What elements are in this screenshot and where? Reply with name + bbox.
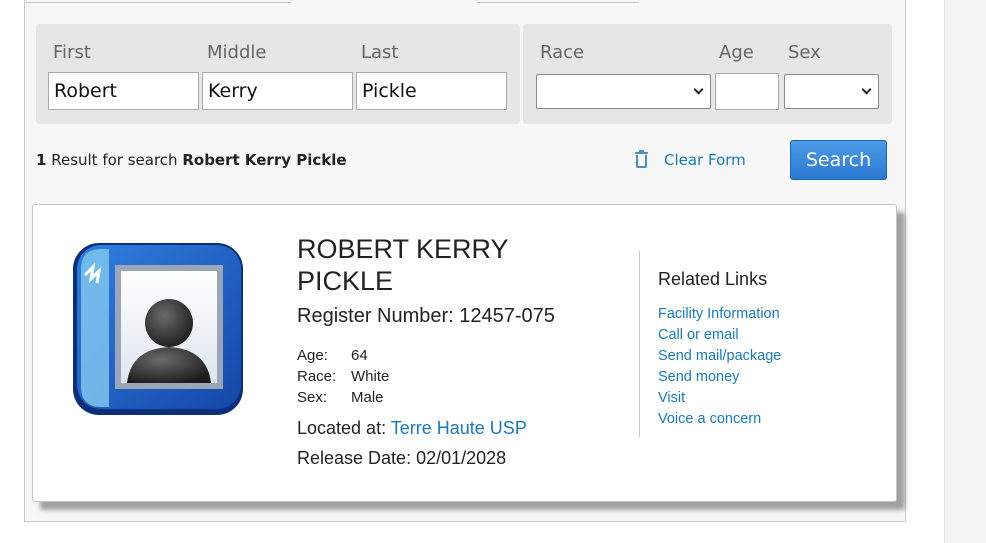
clear-form-label: Clear Form (664, 151, 746, 169)
result-card: ROBERT KERRY PICKLE Register Number: 124… (32, 204, 897, 502)
name-fields-group: First Middle Last (36, 24, 520, 124)
link-facility-information[interactable]: Facility Information (658, 304, 781, 325)
located-label: Located at: (297, 418, 387, 438)
age-row: Age: 64 (297, 347, 368, 364)
tab-edge-right (477, 0, 639, 3)
result-text: Result for search (51, 151, 178, 169)
location-row: Located at: Terre Haute USP (297, 418, 527, 439)
race-row-value: White (351, 368, 390, 385)
right-gutter (944, 0, 986, 543)
result-count: 1 (36, 151, 47, 169)
search-button[interactable]: Search (790, 140, 887, 180)
sex-row-label: Sex: (297, 389, 328, 406)
tab-edge-left (25, 0, 291, 3)
sex-row: Sex: Male (297, 389, 384, 406)
middle-name-label: Middle (207, 42, 267, 63)
first-name-label: First (53, 42, 91, 63)
register-label: Register Number: (297, 305, 454, 327)
result-summary: 1 Result for search Robert Kerry Pickle (36, 151, 347, 169)
release-label: Release Date: (297, 448, 412, 468)
inmate-name: ROBERT KERRY PICKLE (297, 234, 509, 296)
last-name-input[interactable] (356, 72, 507, 110)
last-name-label: Last (361, 42, 399, 63)
result-query: Robert Kerry Pickle (182, 151, 347, 169)
link-send-money[interactable]: Send money (658, 367, 781, 388)
age-row-value: 64 (351, 347, 368, 364)
register-number: Register Number: 12457-075 (297, 305, 555, 328)
race-label: Race (540, 42, 585, 63)
release-date: 02/01/2028 (416, 448, 507, 468)
link-send-mail-package[interactable]: Send mail/package (658, 346, 781, 367)
facility-link[interactable]: Terre Haute USP (391, 418, 527, 438)
chevron-down-icon (693, 84, 704, 95)
age-input[interactable] (715, 73, 779, 110)
age-label: Age (719, 42, 754, 63)
first-name-input[interactable] (48, 72, 199, 110)
race-select[interactable] (536, 74, 711, 109)
release-row: Release Date: 02/01/2028 (297, 448, 506, 469)
race-row-label: Race: (297, 368, 337, 385)
middle-name-input[interactable] (202, 72, 353, 110)
chevron-down-icon (861, 84, 872, 95)
person-photo-icon (73, 243, 243, 415)
clear-form-button[interactable]: Clear Form (635, 149, 746, 171)
race-row: Race: White (297, 368, 389, 385)
sex-label: Sex (788, 42, 821, 63)
related-links-list: Facility Information Call or email Send … (658, 304, 781, 430)
related-links-title: Related Links (658, 269, 768, 289)
trash-icon (635, 150, 648, 168)
demographic-fields-group: Race Age Sex (523, 24, 892, 124)
sex-row-value: Male (351, 389, 384, 406)
link-voice-a-concern[interactable]: Voice a concern (658, 409, 781, 430)
age-row-label: Age: (297, 347, 328, 364)
link-visit[interactable]: Visit (658, 388, 781, 409)
sex-select[interactable] (784, 74, 879, 109)
link-call-or-email[interactable]: Call or email (658, 325, 781, 346)
register-value: 12457-075 (459, 305, 555, 327)
vertical-divider (639, 251, 640, 437)
